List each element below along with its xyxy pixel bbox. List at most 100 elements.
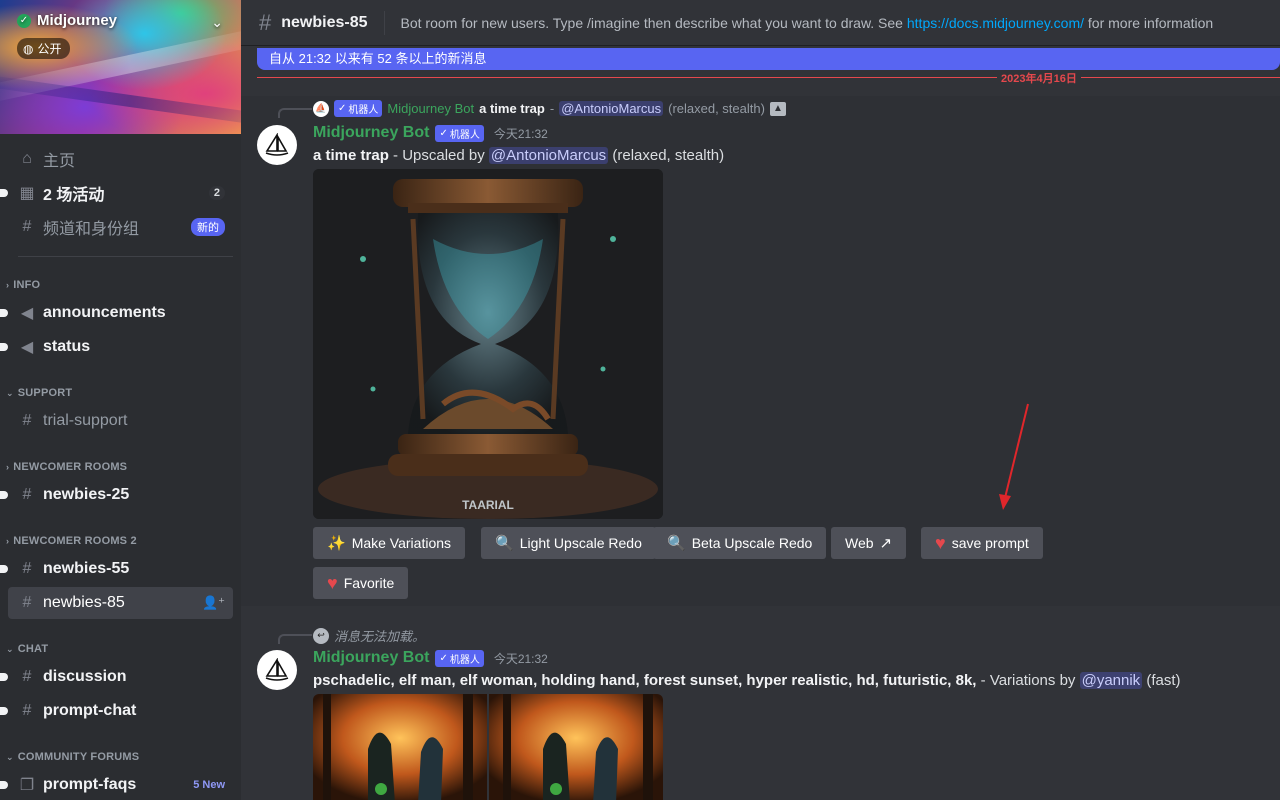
server-banner[interactable]: ✓ Midjourney ⌄ ◍ 公开 [0,0,241,134]
make-variations-button[interactable]: ✨ Make Variations [313,527,466,559]
category-support[interactable]: ⌄ SUPPORT [6,387,72,399]
hash-icon: # [22,668,32,685]
sidebar-item-label: 频道和身份组 [43,221,140,238]
topic-text: Bot room for new users. Type /imagine th… [400,14,907,31]
channel-header: # newbies-85 Bot room for new users. Typ… [241,0,1280,46]
sidebar-item-channels-roles[interactable]: # 频道和身份组 新的 [8,211,233,243]
channel-label: prompt-chat [43,702,137,719]
hourglass-artwork: TAARIAL [313,169,663,519]
channel-label: newbies-25 [43,486,130,503]
reply-preview[interactable]: ↩ 消息无法加载。 [313,626,425,645]
sidebar-item-events[interactable]: ▦ 2 场活动 2 [0,177,233,209]
new-badge: 新的 [191,218,225,236]
hash-icon: # [22,412,32,429]
prompt-text: a time trap [313,147,389,164]
reply-mode: (relaxed, stealth) [668,101,765,116]
category-newcomer[interactable]: › NEWCOMER ROOMS [6,461,127,473]
category-info[interactable]: › INFO [6,279,40,291]
category-newcomer-2[interactable]: › NEWCOMER ROOMS 2 [6,535,137,547]
unread-indicator [0,343,8,351]
megaphone-icon: ◀ [20,339,34,356]
add-member-icon[interactable]: 👤⁺ [202,595,225,611]
channel-prompt-faqs[interactable]: ❐ prompt-faqs 5 New [0,769,233,800]
external-link-icon: ↗ [879,535,893,552]
channel-discussion[interactable]: # discussion [0,661,233,693]
button-label: Favorite [343,575,395,591]
annotation-arrow [999,403,1029,510]
bot-avatar-mini: ⛵ [313,100,329,117]
reply-connector [278,108,312,118]
reply-dash: - [549,101,555,116]
channel-announcements[interactable]: ◀ announcements [0,297,233,329]
unread-indicator [0,189,8,197]
upscaled-image[interactable]: TAARIAL [313,169,663,519]
channel-label: announcements [43,304,166,321]
channel-trial-support[interactable]: # trial-support [8,405,233,437]
date-divider: 2023年4月16日 [257,70,1280,86]
channel-prompt-chat[interactable]: # prompt-chat [0,695,233,727]
calendar-icon: ▦ [19,185,35,202]
channel-label: newbies-85 [43,594,125,611]
sidebar-item-label: 2 场活动 [43,187,105,204]
channel-status[interactable]: ◀ status [0,331,233,363]
reply-connector [278,634,312,644]
beta-upscale-redo-button[interactable]: 🔍 Beta Upscale Redo [653,527,827,559]
variations-grid-image[interactable] [313,694,663,800]
avatar[interactable] [257,125,297,165]
heart-icon: ♥ [327,572,338,593]
magnifier-icon: 🔍 [495,535,514,552]
message-author[interactable]: Midjourney Bot [313,649,429,667]
chevron-down-icon: ⌄ [6,388,14,398]
bot-tag-label: 机器人 [449,654,480,666]
category-forums[interactable]: ⌄ COMMUNITY FORUMS [6,751,139,763]
chevron-down-icon: ⌄ [6,752,14,762]
home-icon: ⌂ [22,150,32,167]
save-prompt-button[interactable]: ♥ save prompt [921,527,1043,559]
divider [383,10,385,35]
image-watermark-text: TAARIAL [462,498,514,512]
divider [18,256,233,257]
reply-preview[interactable]: ⛵ ✓ 机器人 Midjourney Bot a time trap - @Ant… [313,100,786,117]
category-label: INFO [13,279,41,291]
new-messages-bar[interactable]: 自从 21:32 以来有 52 条以上的新消息 [257,48,1280,70]
message-author[interactable]: Midjourney Bot [313,124,429,142]
message-timestamp[interactable]: 今天21:32 [494,650,548,667]
reply-author[interactable]: Midjourney Bot [387,101,474,116]
reply-unavailable-text: 消息无法加载。 [334,629,426,644]
user-mention[interactable]: @AntonioMarcus [559,101,664,116]
favorite-button[interactable]: ♥ Favorite [313,567,409,599]
bot-tag: ✓ 机器人 [334,100,383,117]
channel-topic[interactable]: Bot room for new users. Type /imagine th… [401,15,1214,31]
channel-newbies-85[interactable]: # newbies-85 👤⁺ [8,587,233,619]
message-header: Midjourney Bot ✓ 机器人 今天21:32 [313,124,548,142]
message-content: pschadelic, elf man, elf woman, holding … [313,672,1181,689]
button-label: Make Variations [351,535,452,551]
channel-newbies-55[interactable]: # newbies-55 [0,553,233,585]
elf-couple-artwork [313,694,663,800]
server-name[interactable]: ✓ Midjourney [17,12,117,29]
web-link-button[interactable]: Web ↗ [831,527,907,559]
sidebar-item-home[interactable]: ⌂ 主页 [8,143,233,175]
user-mention[interactable]: @yannik [1079,672,1143,689]
unread-indicator [0,781,8,789]
user-mention[interactable]: @AntonioMarcus [488,147,609,164]
channel-newbies-25[interactable]: # newbies-25 [0,479,233,511]
avatar[interactable] [257,650,297,690]
bot-tag: ✓ 机器人 [435,649,484,667]
unread-indicator [0,565,8,573]
threads-hash-icon: # [259,9,272,35]
light-upscale-redo-button[interactable]: 🔍 Light Upscale Redo [481,527,656,559]
chevron-down-icon[interactable]: ⌄ [211,14,223,31]
globe-icon: ◍ [23,41,34,56]
chevron-right-icon: › [6,280,10,290]
heart-icon: ♥ [935,532,946,553]
prompt-text: pschadelic, elf man, elf woman, holding … [313,672,977,689]
docs-link[interactable]: https://docs.midjourney.com/ [907,15,1084,31]
bot-tag-label: 机器人 [348,105,379,116]
action-text: - Variations by [976,672,1080,689]
midjourney-boat-icon [265,133,289,156]
reply-arrow-icon: ↩ [313,627,329,644]
topic-text: for more information [1084,14,1214,31]
message-timestamp[interactable]: 今天21:32 [494,125,548,142]
category-chat[interactable]: ⌄ CHAT [6,643,48,655]
